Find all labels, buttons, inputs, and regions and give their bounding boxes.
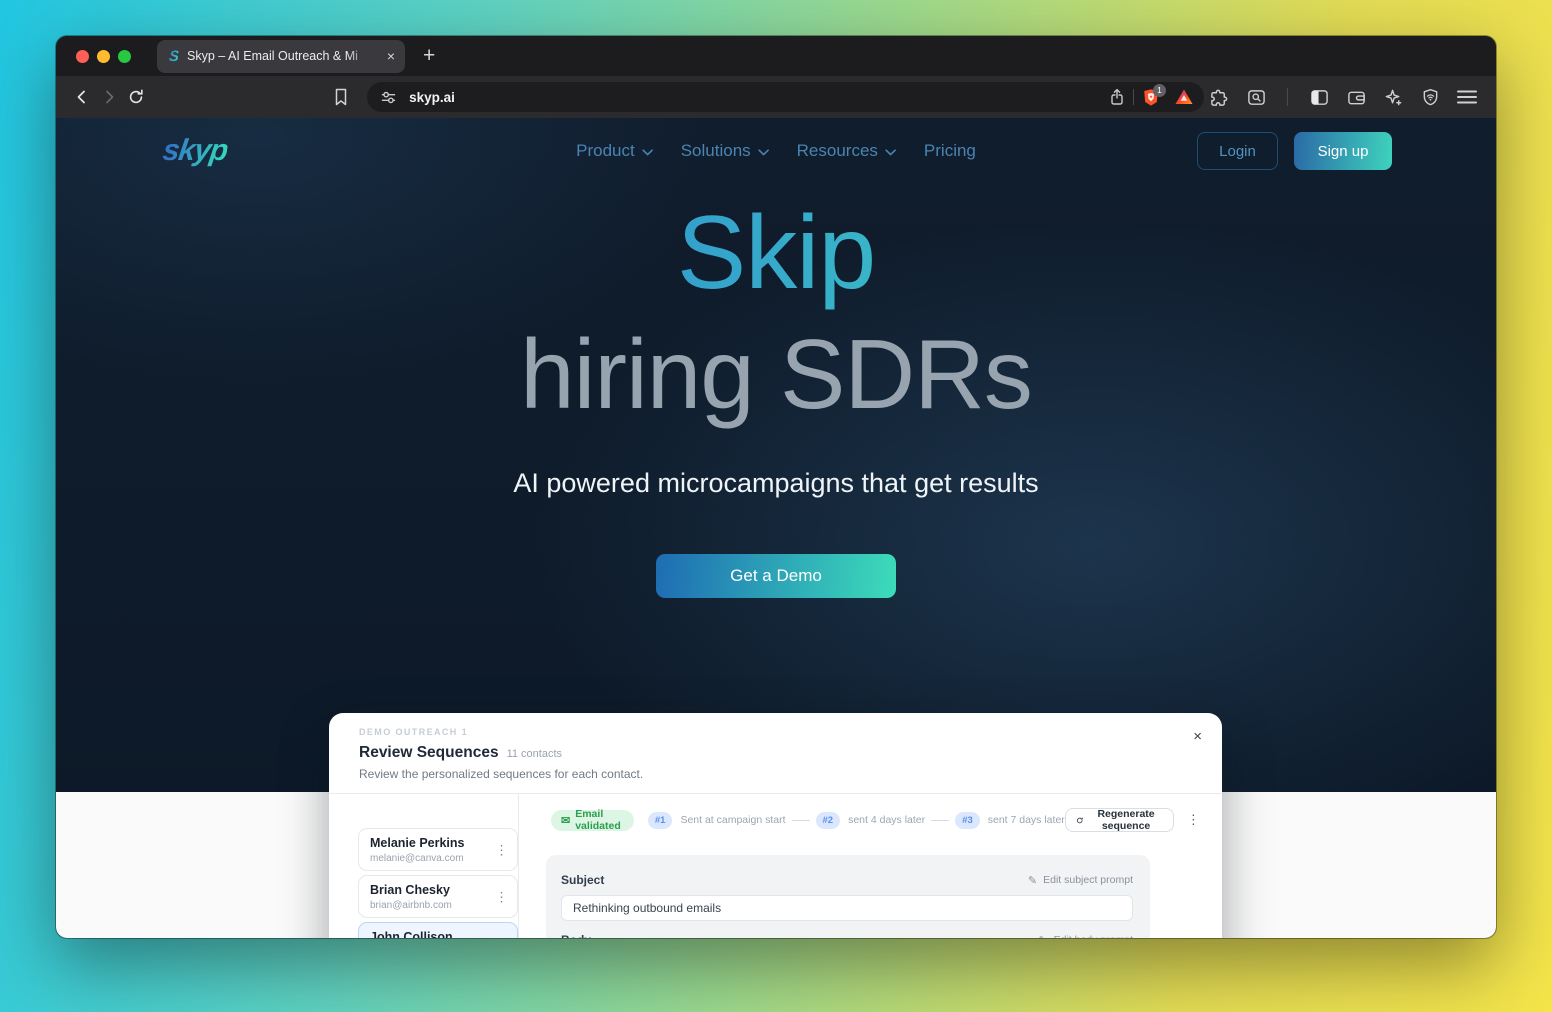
forward-button[interactable] <box>95 83 122 111</box>
refresh-icon <box>1076 817 1083 823</box>
brave-shields-icon[interactable]: 1 <box>1142 83 1167 107</box>
url-text: skyp.ai <box>409 89 455 105</box>
sidebar-toggle-icon[interactable] <box>1304 83 1334 111</box>
extensions-puzzle-icon[interactable] <box>1204 83 1234 111</box>
subject-input[interactable] <box>561 895 1133 921</box>
page-viewport: skyp Product Solutions Resources Pricing <box>56 118 1496 938</box>
toolbar-right-icons <box>1204 83 1482 111</box>
contact-kebab-icon[interactable]: ⋮ <box>495 937 508 938</box>
nav-actions: Login Sign up <box>1197 132 1392 170</box>
browser-window: S Skyp – AI Email Outreach & Mi × + skyp… <box>56 36 1496 938</box>
search-panel-icon[interactable] <box>1241 83 1271 111</box>
email-validated-pill: ✉ Email validated <box>551 808 634 832</box>
sequence-steps-row: ✉ Email validated #1 Sent at campaign st… <box>551 808 1200 832</box>
hero-subtitle: AI powered microcampaigns that get resul… <box>513 468 1039 498</box>
menu-item-resources[interactable]: Resources <box>797 141 896 161</box>
body-label: Body <box>561 933 591 938</box>
new-tab-button[interactable]: + <box>423 44 435 68</box>
tab-bar: S Skyp – AI Email Outreach & Mi × + <box>56 36 1496 76</box>
email-step-panel: Subject ✎ Edit subject prompt Body ✎ E <box>546 855 1150 938</box>
site-settings-icon[interactable] <box>380 89 397 106</box>
tab-title: Skyp – AI Email Outreach & Mi <box>187 49 358 63</box>
menu-item-solutions[interactable]: Solutions <box>681 141 769 161</box>
sequence-panel: ✉ Email validated #1 Sent at campaign st… <box>519 794 1228 938</box>
hero-title-line2: hiring SDRs <box>520 319 1033 429</box>
modal-title: Review Sequences <box>359 744 499 761</box>
contact-card-brian[interactable]: Brian Chesky brian@airbnb.com ⋮ <box>358 875 518 918</box>
site-nav: skyp Product Solutions Resources Pricing <box>56 118 1496 184</box>
subject-label: Subject <box>561 873 605 887</box>
traffic-lights <box>76 49 131 63</box>
wallet-icon[interactable] <box>1341 83 1371 111</box>
contact-kebab-icon[interactable]: ⋮ <box>495 890 508 903</box>
bookmark-button[interactable] <box>328 83 355 111</box>
review-sequences-modal: DEMO OUTREACH 1 Review Sequences 11 cont… <box>329 713 1222 938</box>
tab-title-wrap: Skyp – AI Email Outreach & Mi <box>187 47 374 65</box>
edit-subject-prompt-link[interactable]: ✎ Edit subject prompt <box>1028 874 1133 887</box>
campaign-eyebrow: DEMO OUTREACH 1 <box>359 727 469 737</box>
back-button[interactable] <box>68 83 95 111</box>
step-2-pill: #2 <box>815 811 841 829</box>
get-a-demo-button[interactable]: Get a Demo <box>656 554 896 598</box>
chevron-down-icon <box>885 148 896 155</box>
brave-rewards-icon[interactable] <box>1174 88 1194 106</box>
menu-item-product[interactable]: Product <box>576 141 653 161</box>
modal-close-icon[interactable]: × <box>1193 729 1202 744</box>
contact-card-john[interactable]: John Collison ⋮ <box>358 922 518 938</box>
site-menu: Product Solutions Resources Pricing <box>576 141 976 161</box>
skyp-logo[interactable]: skyp <box>161 134 230 168</box>
chevron-down-icon <box>757 148 769 155</box>
browser-tab[interactable]: S Skyp – AI Email Outreach & Mi × <box>157 39 405 73</box>
chevron-down-icon <box>641 148 653 155</box>
pencil-icon: ✎ <box>1027 874 1038 887</box>
vpn-shield-icon[interactable] <box>1415 83 1445 111</box>
reload-button[interactable] <box>123 83 150 111</box>
sequence-kebab-icon[interactable]: ⋮ <box>1187 812 1200 828</box>
modal-header: DEMO OUTREACH 1 Review Sequences 11 cont… <box>329 713 1222 793</box>
browser-toolbar: skyp.ai 1 <box>56 76 1496 118</box>
menu-item-pricing[interactable]: Pricing <box>924 141 976 161</box>
share-icon[interactable] <box>1109 88 1125 106</box>
login-button[interactable]: Login <box>1197 132 1278 170</box>
contact-card-melanie[interactable]: Melanie Perkins melanie@canva.com ⋮ <box>358 828 518 871</box>
edit-body-prompt-link[interactable]: ✎ Edit body prompt <box>1038 934 1133 939</box>
step-1-pill: #1 <box>647 811 673 829</box>
shields-badge: 1 <box>1153 83 1167 97</box>
maximize-window-button[interactable] <box>118 49 131 63</box>
leo-ai-sparkle-icon[interactable] <box>1378 83 1408 111</box>
hero-title-line1: Skip <box>56 194 1496 313</box>
contacts-count: 11 contacts <box>506 748 563 760</box>
envelope-icon: ✉ <box>561 814 571 827</box>
close-window-button[interactable] <box>76 49 89 63</box>
tab-close-icon[interactable]: × <box>387 49 395 63</box>
step-3-pill: #3 <box>955 811 980 829</box>
signup-button[interactable]: Sign up <box>1294 132 1392 170</box>
minimize-window-button[interactable] <box>97 49 110 63</box>
step-connector <box>931 819 950 821</box>
regenerate-sequence-button[interactable]: Regenerate sequence <box>1064 808 1174 832</box>
contact-kebab-icon[interactable]: ⋮ <box>495 843 508 856</box>
pencil-icon: ✎ <box>1038 934 1047 939</box>
menu-hamburger-icon[interactable] <box>1452 83 1482 111</box>
contacts-list: Melanie Perkins melanie@canva.com ⋮ Bria… <box>329 794 519 938</box>
step-connector <box>791 819 810 821</box>
modal-description: Review the personalized sequences for ea… <box>359 767 644 781</box>
skyp-favicon-icon: S <box>168 47 179 65</box>
url-bar[interactable]: skyp.ai 1 <box>367 82 1205 112</box>
